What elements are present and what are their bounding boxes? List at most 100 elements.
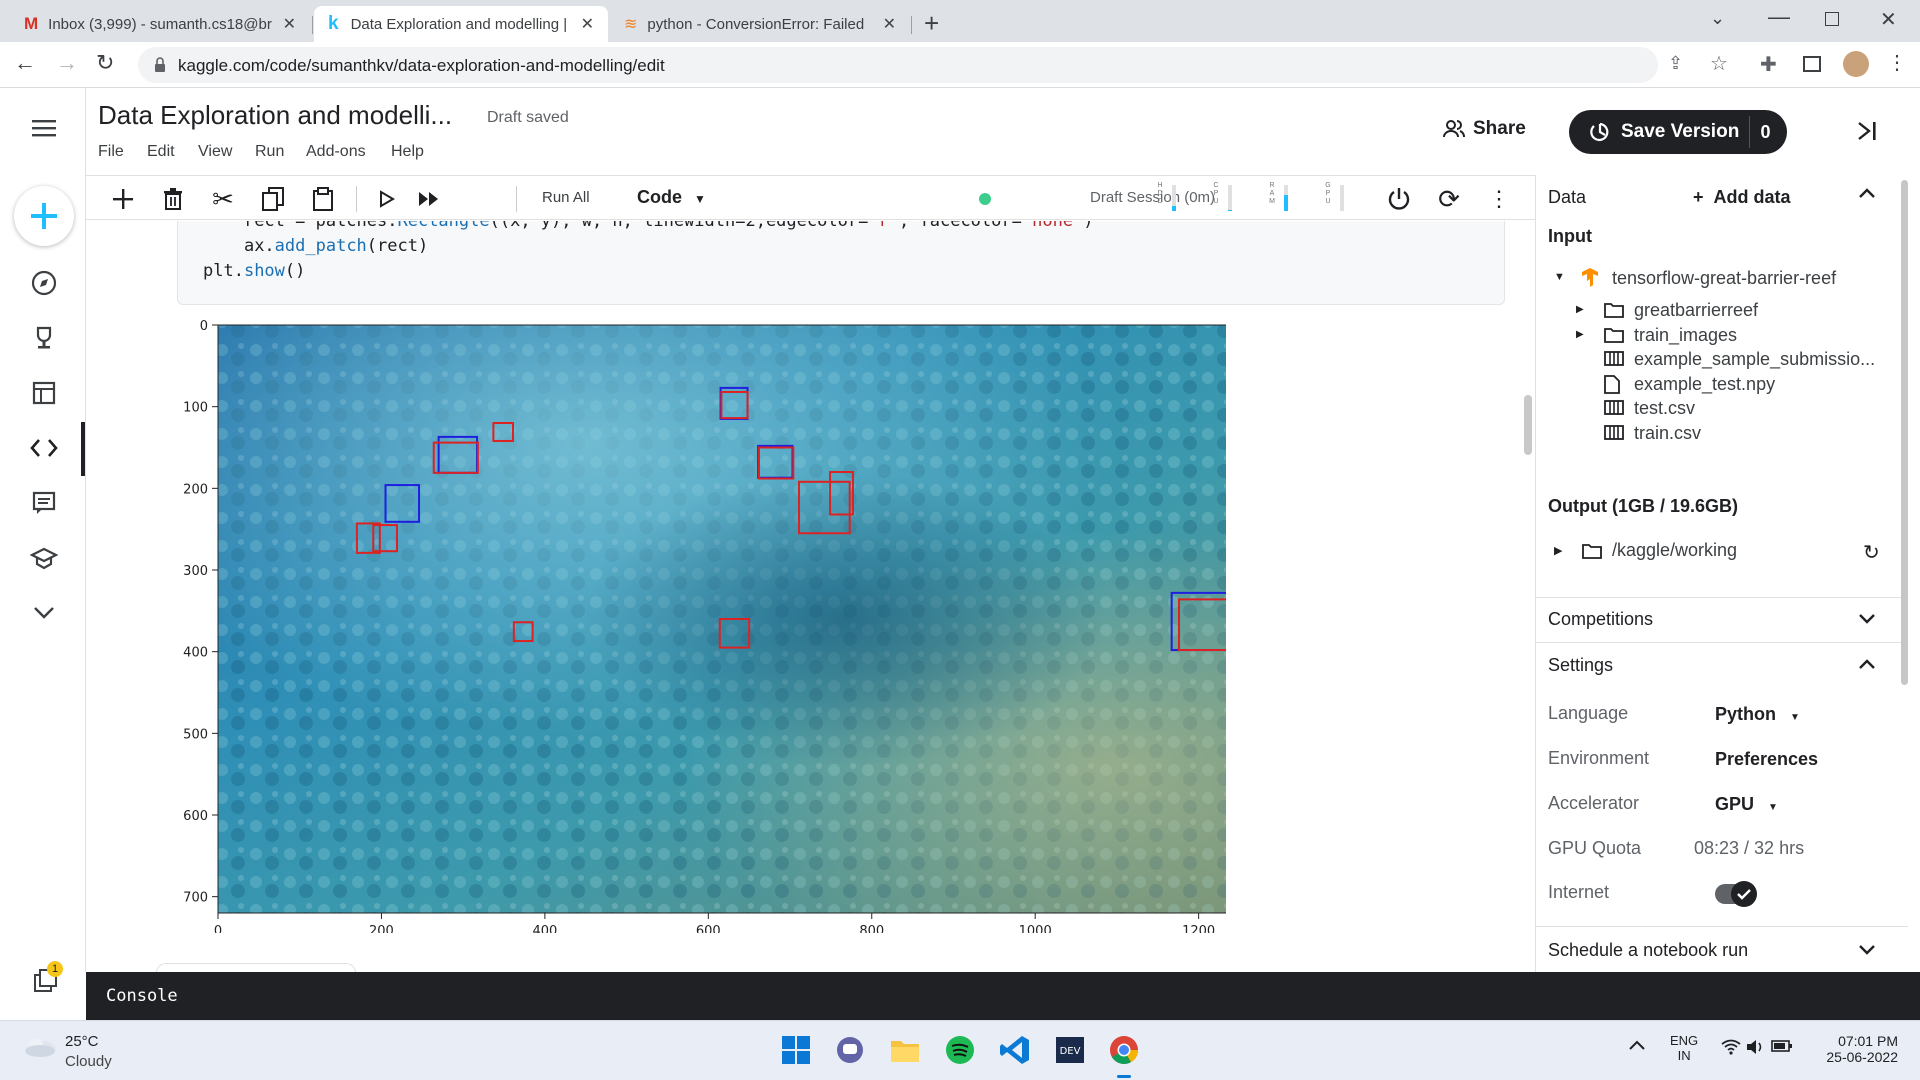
- session-status[interactable]: Draft Session (0m): [1090, 189, 1215, 206]
- schedule-section[interactable]: Schedule a notebook run: [1548, 940, 1748, 961]
- menu-run[interactable]: Run: [255, 143, 284, 161]
- omnibox[interactable]: kaggle.com/code/sumanthkv/data-explorati…: [138, 47, 1728, 83]
- side-panel-scrollbar[interactable]: [1901, 180, 1908, 685]
- restart-icon[interactable]: ⟳: [1434, 184, 1464, 214]
- chevron-down-icon[interactable]: [1858, 944, 1876, 956]
- menu-edit[interactable]: Edit: [147, 143, 175, 161]
- hamburger-menu-icon[interactable]: [26, 110, 62, 146]
- weather-temp[interactable]: 25°C: [65, 1033, 99, 1050]
- menu-view[interactable]: View: [198, 143, 232, 161]
- menu-file[interactable]: File: [98, 143, 124, 161]
- close-icon[interactable]: ✕: [581, 14, 594, 34]
- notifications-icon[interactable]: 1: [32, 961, 63, 995]
- language-indicator[interactable]: ENG IN: [1670, 1033, 1698, 1063]
- refresh-icon[interactable]: ↻: [1863, 540, 1880, 565]
- forward-icon[interactable]: →: [56, 50, 78, 76]
- code-cell[interactable]: rect = patches.Rectangle((x, y), w, h, l…: [177, 221, 1505, 305]
- file-explorer-icon[interactable]: [888, 1033, 922, 1067]
- compass-icon[interactable]: [26, 265, 62, 301]
- window-close-icon[interactable]: ✕: [1880, 7, 1897, 32]
- browser-tab-gmail[interactable]: M Inbox (3,999) - sumanth.cs18@br ✕: [10, 6, 310, 42]
- caret-right-icon[interactable]: ▶: [1576, 304, 1584, 315]
- power-icon[interactable]: [1384, 184, 1414, 214]
- tab-search-icon[interactable]: ⌄: [1710, 8, 1725, 29]
- chevron-down-icon[interactable]: [1858, 613, 1876, 625]
- file-tree-item[interactable]: greatbarrierreef: [1634, 300, 1758, 321]
- run-all-icon[interactable]: [414, 184, 444, 214]
- clock[interactable]: 07:01 PM 25-06-2022: [1820, 1033, 1898, 1065]
- spotify-icon[interactable]: [943, 1033, 977, 1067]
- add-cell-icon[interactable]: [108, 184, 138, 214]
- cut-icon[interactable]: ✂: [208, 184, 238, 214]
- accelerator-select[interactable]: GPU ▼: [1715, 794, 1778, 815]
- battery-icon[interactable]: [1771, 1039, 1793, 1053]
- chevron-up-icon[interactable]: [1858, 187, 1876, 199]
- close-icon[interactable]: ✕: [283, 14, 296, 34]
- environment-link[interactable]: Preferences: [1715, 749, 1818, 770]
- share-button[interactable]: Share: [1443, 118, 1526, 140]
- extensions-icon[interactable]: ✚: [1760, 52, 1777, 77]
- table-icon[interactable]: [26, 375, 62, 411]
- caret-right-icon[interactable]: ▶: [1554, 544, 1562, 557]
- volume-icon[interactable]: [1745, 1038, 1765, 1056]
- more-options-icon[interactable]: ⋮: [1484, 184, 1514, 214]
- collapse-panel-icon[interactable]: [1855, 119, 1879, 143]
- reload-icon[interactable]: ↻: [96, 50, 114, 76]
- chevron-down-icon[interactable]: [26, 595, 62, 631]
- ram-meter[interactable]: RAM: [1268, 182, 1298, 214]
- internet-toggle[interactable]: [1715, 881, 1757, 907]
- cpu-meter[interactable]: CPU: [1212, 182, 1242, 214]
- delete-icon[interactable]: [158, 184, 188, 214]
- hdd-meter[interactable]: HDD: [1156, 182, 1186, 214]
- settings-section[interactable]: Settings: [1548, 655, 1613, 676]
- file-tree-item[interactable]: train.csv: [1634, 423, 1701, 444]
- vscode-icon[interactable]: [998, 1033, 1032, 1067]
- paste-icon[interactable]: [308, 184, 338, 214]
- trophy-icon[interactable]: [26, 320, 62, 356]
- create-button[interactable]: [14, 186, 74, 246]
- chrome-menu-icon[interactable]: ⋮: [1887, 50, 1907, 75]
- code-icon[interactable]: [26, 430, 62, 466]
- teams-chat-icon[interactable]: [833, 1033, 867, 1067]
- maximize-icon[interactable]: [1825, 12, 1839, 26]
- gpu-meter[interactable]: GPU: [1324, 182, 1354, 214]
- chrome-icon[interactable]: [1107, 1033, 1141, 1067]
- dev-app-icon[interactable]: DEV: [1053, 1033, 1087, 1067]
- browser-tab-kaggle[interactable]: k Data Exploration and modelling | ✕: [314, 6, 608, 42]
- run-cell-icon[interactable]: [372, 184, 402, 214]
- competitions-section[interactable]: Competitions: [1548, 609, 1653, 630]
- dataset-name[interactable]: tensorflow-great-barrier-reef: [1612, 268, 1836, 289]
- save-version-button[interactable]: Save Version 0: [1569, 110, 1787, 154]
- file-tree-item[interactable]: example_test.npy: [1634, 374, 1775, 395]
- share-page-icon[interactable]: ⇪: [1668, 53, 1683, 74]
- windows-start-icon[interactable]: [779, 1033, 813, 1067]
- chevron-up-icon[interactable]: [1628, 1039, 1646, 1051]
- copy-icon[interactable]: [258, 184, 288, 214]
- chevron-up-icon[interactable]: [1858, 658, 1876, 670]
- bookmark-star-icon[interactable]: ☆: [1710, 51, 1728, 76]
- menu-add-ons[interactable]: Add-ons: [306, 143, 366, 161]
- file-tree-item[interactable]: train_images: [1634, 325, 1737, 346]
- new-tab-icon[interactable]: +: [924, 8, 939, 39]
- add-data-button[interactable]: + Add data: [1693, 187, 1791, 208]
- menu-help[interactable]: Help: [391, 143, 424, 161]
- notebook-title[interactable]: Data Exploration and modelli...: [98, 100, 452, 131]
- wifi-icon[interactable]: [1721, 1039, 1741, 1055]
- run-all-button[interactable]: Run All: [542, 189, 590, 206]
- language-select[interactable]: Python ▼: [1715, 704, 1800, 725]
- caret-down-icon[interactable]: ▼: [1554, 271, 1565, 283]
- browser-tab-stackoverflow[interactable]: ≋ python - ConversionError: Failed ✕: [610, 6, 910, 42]
- cell-type-select[interactable]: Code ▼: [637, 187, 706, 208]
- profile-avatar[interactable]: [1843, 51, 1869, 77]
- file-tree-item[interactable]: example_sample_submissio...: [1634, 349, 1875, 370]
- side-panel-icon[interactable]: [1803, 56, 1821, 72]
- back-icon[interactable]: ←: [14, 50, 36, 76]
- caret-right-icon[interactable]: ▶: [1576, 329, 1584, 340]
- output-path[interactable]: /kaggle/working: [1612, 540, 1737, 561]
- close-icon[interactable]: ✕: [883, 14, 896, 34]
- console-bar[interactable]: Console: [86, 972, 1920, 1020]
- learn-icon[interactable]: [26, 540, 62, 576]
- notebook-scrollbar[interactable]: [1524, 395, 1532, 455]
- minimize-icon[interactable]: —: [1768, 4, 1790, 30]
- file-tree-item[interactable]: test.csv: [1634, 398, 1695, 419]
